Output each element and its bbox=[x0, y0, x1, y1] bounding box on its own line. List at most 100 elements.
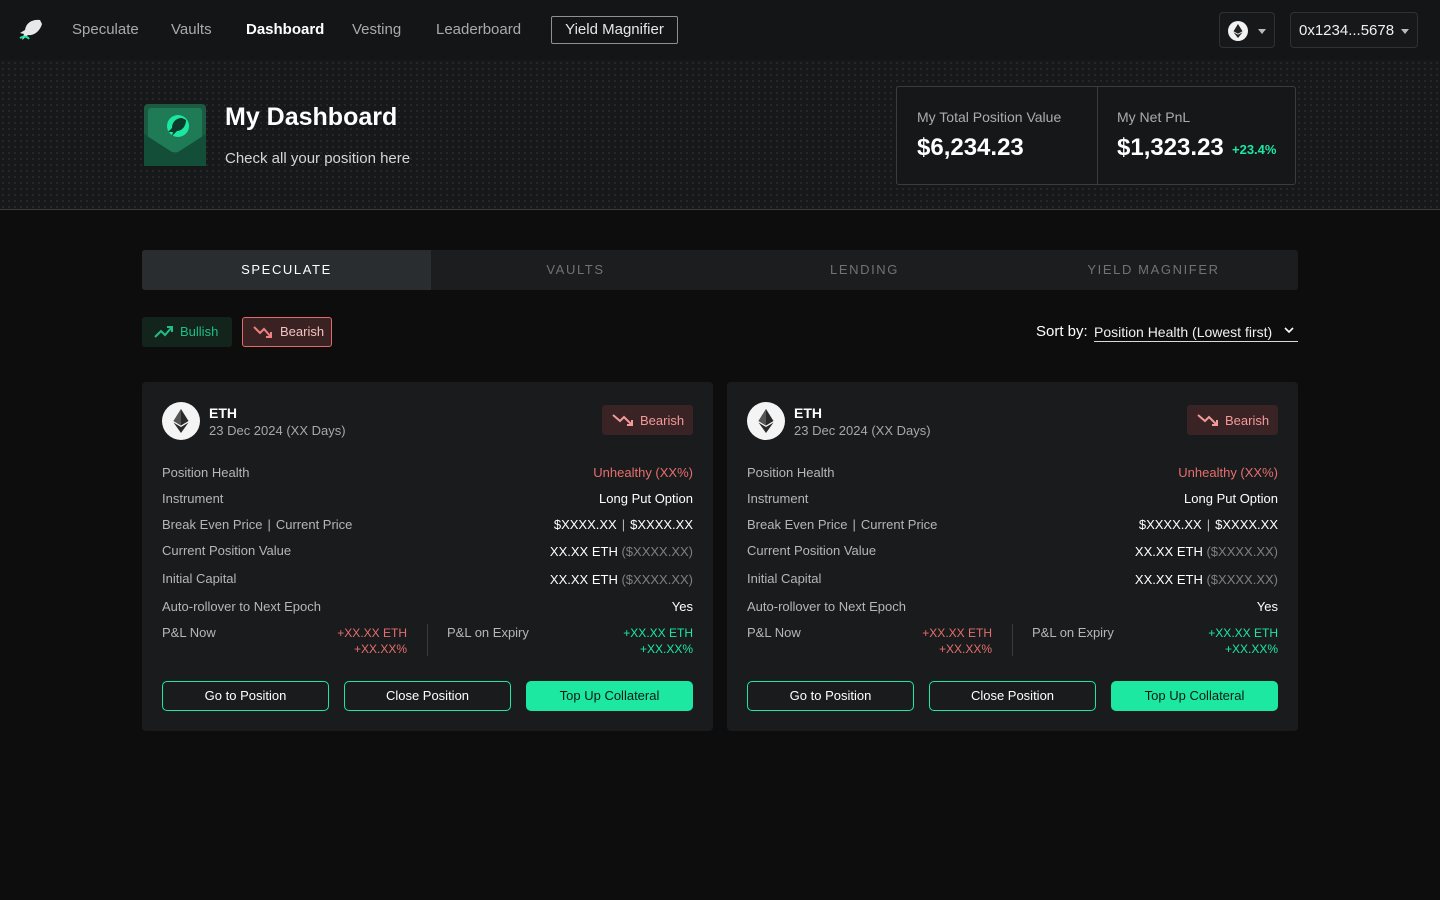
tab-speculate[interactable]: SPECULATE bbox=[142, 250, 431, 290]
ethereum-icon bbox=[1228, 21, 1248, 41]
initial-capital-label: Initial Capital bbox=[747, 571, 822, 586]
bearish-badge: Bearish bbox=[1187, 405, 1278, 435]
pnl-expiry-pct: +XX.XX% bbox=[1224, 642, 1278, 656]
tab-vaults[interactable]: VAULTS bbox=[431, 250, 720, 290]
separator: | bbox=[852, 517, 856, 532]
instrument-label: Instrument bbox=[747, 491, 809, 506]
position-card: ETH 23 Dec 2024 (XX Days) Bearish Positi… bbox=[727, 382, 1298, 731]
ic-usd: ($XXXX.XX) bbox=[621, 572, 693, 587]
rollover-value: Yes bbox=[1256, 599, 1278, 614]
expiry-date: 23 Dec 2024 (XX Days) bbox=[794, 423, 931, 438]
bearish-filter-button[interactable]: Bearish bbox=[242, 317, 332, 347]
cpv-label: Current Position Value bbox=[747, 543, 877, 558]
total-position-label: My Total Position Value bbox=[917, 109, 1062, 125]
nav-vaults[interactable]: Vaults bbox=[171, 20, 212, 40]
break-even-label: Break Even Price bbox=[747, 517, 848, 532]
network-selector[interactable] bbox=[1219, 12, 1275, 48]
net-pnl-label: My Net PnL bbox=[1117, 109, 1191, 125]
price-label: Break Even Price | Current Price bbox=[162, 517, 352, 532]
initial-capital-value: XX.XX ETH ($XXXX.XX) bbox=[550, 572, 693, 587]
break-even-label: Break Even Price bbox=[162, 517, 263, 532]
nav-speculate[interactable]: Speculate bbox=[72, 20, 139, 40]
pnl-expiry-pct: +XX.XX% bbox=[639, 642, 693, 656]
ic-usd: ($XXXX.XX) bbox=[1206, 572, 1278, 587]
health-value: Unhealthy (XX%) bbox=[593, 465, 693, 480]
trend-down-icon bbox=[612, 414, 633, 426]
rollover-label: Auto-rollover to Next Epoch bbox=[747, 599, 906, 614]
trend-down-icon bbox=[253, 326, 272, 338]
nav-vesting[interactable]: Vesting bbox=[352, 20, 401, 40]
health-label: Position Health bbox=[162, 465, 250, 480]
top-up-collateral-button[interactable]: Top Up Collateral bbox=[526, 681, 693, 711]
close-position-button[interactable]: Close Position bbox=[929, 681, 1096, 711]
trend-down-icon bbox=[1197, 414, 1218, 426]
break-even-value: $XXXX.XX bbox=[553, 517, 617, 532]
pnl-expiry-eth: +XX.XX ETH bbox=[623, 626, 693, 640]
bearish-badge: Bearish bbox=[602, 405, 693, 435]
tab-lending[interactable]: LENDING bbox=[720, 250, 1009, 290]
cpv-value: XX.XX ETH ($XXXX.XX) bbox=[550, 544, 693, 559]
bullish-filter-button[interactable]: Bullish bbox=[142, 317, 232, 347]
tab-yield-magnifier[interactable]: YIELD MAGNIFER bbox=[1009, 250, 1298, 290]
cpv-value: XX.XX ETH ($XXXX.XX) bbox=[1135, 544, 1278, 559]
nav-leaderboard[interactable]: Leaderboard bbox=[436, 20, 521, 40]
badge-label: Bearish bbox=[640, 413, 685, 428]
ethereum-icon bbox=[162, 402, 200, 440]
wallet-button[interactable]: 0x1234...5678 bbox=[1290, 12, 1418, 48]
top-navbar: Speculate Vaults Dashboard Vesting Leade… bbox=[0, 0, 1440, 60]
pnl-divider bbox=[427, 624, 428, 656]
health-value: Unhealthy (XX%) bbox=[1178, 465, 1278, 480]
separator: | bbox=[621, 517, 626, 532]
pnl-now-label: P&L Now bbox=[747, 625, 801, 640]
app-logo-icon[interactable] bbox=[18, 18, 44, 42]
bearish-label: Bearish bbox=[280, 324, 325, 339]
pnl-now-pct: +XX.XX% bbox=[938, 642, 992, 656]
badge-label: Bearish bbox=[1225, 413, 1270, 428]
rollover-label: Auto-rollover to Next Epoch bbox=[162, 599, 321, 614]
separator: | bbox=[267, 517, 271, 532]
go-to-position-button[interactable]: Go to Position bbox=[162, 681, 329, 711]
asset-name: ETH bbox=[209, 405, 237, 421]
close-position-button[interactable]: Close Position bbox=[344, 681, 511, 711]
net-pnl-change: +23.4% bbox=[1232, 142, 1277, 157]
current-price-value: $XXXX.XX bbox=[630, 517, 693, 532]
nav-dashboard[interactable]: Dashboard bbox=[246, 20, 324, 40]
page-subtitle: Check all your position here bbox=[225, 150, 411, 167]
sort-dropdown[interactable]: Position Health (Lowest first) bbox=[1094, 323, 1298, 342]
dashboard-icon bbox=[144, 104, 206, 166]
stats-summary: My Total Position Value $6,234.23 My Net… bbox=[896, 86, 1296, 185]
pnl-expiry-label: P&L on Expiry bbox=[447, 625, 529, 640]
break-even-value: $XXXX.XX bbox=[1138, 517, 1202, 532]
total-position-value: $6,234.23 bbox=[917, 134, 1024, 161]
instrument-value: Long Put Option bbox=[1184, 491, 1278, 506]
cpv-eth: XX.XX ETH bbox=[1134, 544, 1203, 559]
dashboard-tabs: SPECULATE VAULTS LENDING YIELD MAGNIFER bbox=[142, 250, 1298, 290]
go-to-position-button[interactable]: Go to Position bbox=[747, 681, 914, 711]
bullish-label: Bullish bbox=[180, 324, 219, 339]
cpv-usd: ($XXXX.XX) bbox=[1206, 544, 1278, 559]
price-label: Break Even Price | Current Price bbox=[747, 517, 937, 532]
cpv-usd: ($XXXX.XX) bbox=[621, 544, 693, 559]
cpv-eth: XX.XX ETH bbox=[549, 544, 618, 559]
pnl-now-label: P&L Now bbox=[162, 625, 216, 640]
current-price-label: Current Price bbox=[860, 517, 938, 532]
sort-value: Position Health (Lowest first) bbox=[1094, 324, 1273, 340]
cpv-label: Current Position Value bbox=[162, 543, 292, 558]
pnl-now-pct: +XX.XX% bbox=[353, 642, 407, 656]
wallet-address: 0x1234...5678 bbox=[1299, 22, 1395, 39]
net-pnl-value: $1,323.23 bbox=[1117, 134, 1224, 161]
instrument-label: Instrument bbox=[162, 491, 224, 506]
separator: | bbox=[1206, 517, 1211, 532]
initial-capital-value: XX.XX ETH ($XXXX.XX) bbox=[1135, 572, 1278, 587]
ethereum-icon bbox=[747, 402, 785, 440]
asset-name: ETH bbox=[794, 405, 822, 421]
pnl-now-eth: +XX.XX ETH bbox=[922, 626, 992, 640]
stats-divider bbox=[1097, 87, 1098, 184]
pnl-divider bbox=[1012, 624, 1013, 656]
current-price-label: Current Price bbox=[275, 517, 353, 532]
price-value: $XXXX.XX | $XXXX.XX bbox=[1139, 517, 1278, 532]
health-label: Position Health bbox=[747, 465, 835, 480]
chevron-down-icon bbox=[1284, 327, 1294, 334]
nav-yield-magnifier-button[interactable]: Yield Magnifier bbox=[551, 16, 678, 44]
top-up-collateral-button[interactable]: Top Up Collateral bbox=[1111, 681, 1278, 711]
